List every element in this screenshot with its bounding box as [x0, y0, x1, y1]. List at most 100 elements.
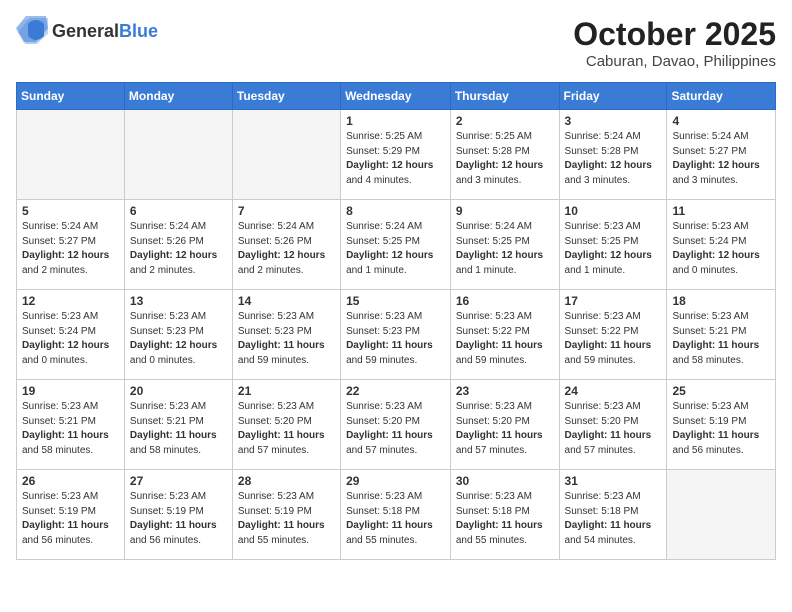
day-info: Sunrise: 5:23 AMSunset: 5:18 PMDaylight:… — [456, 490, 554, 548]
weekday-header-wednesday: Wednesday — [341, 83, 451, 110]
weekday-header-monday: Monday — [124, 83, 232, 110]
day-info: Sunrise: 5:24 AMSunset: 5:27 PMDaylight:… — [22, 220, 119, 278]
day-number: 6 — [130, 204, 227, 218]
day-info: Sunrise: 5:23 AMSunset: 5:19 PMDaylight:… — [238, 490, 335, 548]
day-info: Sunrise: 5:25 AMSunset: 5:29 PMDaylight:… — [346, 130, 445, 188]
day-number: 22 — [346, 384, 445, 398]
calendar-cell: 22 Sunrise: 5:23 AMSunset: 5:20 PMDayligh… — [341, 380, 451, 470]
page-header: GeneralBlue October 2025 Caburan, Davao,… — [16, 16, 776, 70]
day-info: Sunrise: 5:23 AMSunset: 5:24 PMDaylight:… — [22, 310, 119, 368]
day-number: 29 — [346, 474, 445, 488]
day-number: 14 — [238, 294, 335, 308]
day-number: 25 — [672, 384, 770, 398]
day-info: Sunrise: 5:23 AMSunset: 5:20 PMDaylight:… — [456, 400, 554, 458]
day-info: Sunrise: 5:23 AMSunset: 5:23 PMDaylight:… — [130, 310, 227, 368]
day-info: Sunrise: 5:24 AMSunset: 5:25 PMDaylight:… — [456, 220, 554, 278]
calendar-cell — [124, 110, 232, 200]
weekday-header-thursday: Thursday — [450, 83, 559, 110]
day-info: Sunrise: 5:23 AMSunset: 5:25 PMDaylight:… — [565, 220, 662, 278]
calendar-cell: 1 Sunrise: 5:25 AMSunset: 5:29 PMDaylight… — [341, 110, 451, 200]
day-info: Sunrise: 5:24 AMSunset: 5:26 PMDaylight:… — [130, 220, 227, 278]
day-number: 24 — [565, 384, 662, 398]
calendar-week-3: 12 Sunrise: 5:23 AMSunset: 5:24 PMDayligh… — [17, 290, 776, 380]
calendar-cell: 11Sunrise: 5:23 AMSunset: 5:24 PMDayligh… — [667, 200, 776, 290]
calendar-cell: 29 Sunrise: 5:23 AMSunset: 5:18 PMDayligh… — [341, 470, 451, 560]
calendar-cell: 3 Sunrise: 5:24 AMSunset: 5:28 PMDaylight… — [559, 110, 667, 200]
weekday-header-friday: Friday — [559, 83, 667, 110]
calendar-table: SundayMondayTuesdayWednesdayThursdayFrid… — [16, 82, 776, 560]
day-info: Sunrise: 5:23 AMSunset: 5:20 PMDaylight:… — [346, 400, 445, 458]
day-number: 5 — [22, 204, 119, 218]
calendar-cell: 2 Sunrise: 5:25 AMSunset: 5:28 PMDaylight… — [450, 110, 559, 200]
day-number: 2 — [456, 114, 554, 128]
calendar-cell: 15 Sunrise: 5:23 AMSunset: 5:23 PMDayligh… — [341, 290, 451, 380]
calendar-cell: 24 Sunrise: 5:23 AMSunset: 5:20 PMDayligh… — [559, 380, 667, 470]
day-number: 30 — [456, 474, 554, 488]
logo: GeneralBlue — [16, 16, 158, 46]
calendar-cell: 20Sunrise: 5:23 AMSunset: 5:21 PMDayligh… — [124, 380, 232, 470]
day-info: Sunrise: 5:25 AMSunset: 5:28 PMDaylight:… — [456, 130, 554, 188]
calendar-cell: 12 Sunrise: 5:23 AMSunset: 5:24 PMDayligh… — [17, 290, 125, 380]
day-number: 10 — [565, 204, 662, 218]
day-number: 13 — [130, 294, 227, 308]
day-number: 3 — [565, 114, 662, 128]
day-info: Sunrise: 5:23 AMSunset: 5:21 PMDaylight:… — [672, 310, 770, 368]
calendar-cell: 26 Sunrise: 5:23 AMSunset: 5:19 PMDayligh… — [17, 470, 125, 560]
calendar-cell: 28Sunrise: 5:23 AMSunset: 5:19 PMDayligh… — [232, 470, 340, 560]
day-number: 21 — [238, 384, 335, 398]
calendar-cell — [17, 110, 125, 200]
day-number: 12 — [22, 294, 119, 308]
day-info: Sunrise: 5:23 AMSunset: 5:20 PMDaylight:… — [565, 400, 662, 458]
day-number: 18 — [672, 294, 770, 308]
calendar-cell: 31Sunrise: 5:23 AMSunset: 5:18 PMDayligh… — [559, 470, 667, 560]
day-number: 15 — [346, 294, 445, 308]
day-info: Sunrise: 5:24 AMSunset: 5:27 PMDaylight:… — [672, 130, 770, 188]
calendar-cell: 27Sunrise: 5:23 AMSunset: 5:19 PMDayligh… — [124, 470, 232, 560]
day-info: Sunrise: 5:23 AMSunset: 5:22 PMDaylight:… — [456, 310, 554, 368]
day-info: Sunrise: 5:23 AMSunset: 5:18 PMDaylight:… — [346, 490, 445, 548]
calendar-cell: 10 Sunrise: 5:23 AMSunset: 5:25 PMDayligh… — [559, 200, 667, 290]
day-number: 17 — [565, 294, 662, 308]
day-info: Sunrise: 5:23 AMSunset: 5:21 PMDaylight:… — [22, 400, 119, 458]
day-number: 1 — [346, 114, 445, 128]
calendar-cell: 30 Sunrise: 5:23 AMSunset: 5:18 PMDayligh… — [450, 470, 559, 560]
weekday-header-sunday: Sunday — [17, 83, 125, 110]
weekday-header-saturday: Saturday — [667, 83, 776, 110]
calendar-cell: 7Sunrise: 5:24 AMSunset: 5:26 PMDaylight… — [232, 200, 340, 290]
calendar-week-5: 26 Sunrise: 5:23 AMSunset: 5:19 PMDayligh… — [17, 470, 776, 560]
day-info: Sunrise: 5:23 AMSunset: 5:20 PMDaylight:… — [238, 400, 335, 458]
day-number: 23 — [456, 384, 554, 398]
logo-text: GeneralBlue — [52, 21, 158, 42]
day-info: Sunrise: 5:23 AMSunset: 5:24 PMDaylight:… — [672, 220, 770, 278]
calendar-week-4: 19 Sunrise: 5:23 AMSunset: 5:21 PMDayligh… — [17, 380, 776, 470]
month-title: October 2025 — [573, 16, 776, 53]
day-info: Sunrise: 5:23 AMSunset: 5:19 PMDaylight:… — [22, 490, 119, 548]
calendar-cell: 16Sunrise: 5:23 AMSunset: 5:22 PMDayligh… — [450, 290, 559, 380]
day-number: 20 — [130, 384, 227, 398]
calendar-week-2: 5 Sunrise: 5:24 AMSunset: 5:27 PMDaylight… — [17, 200, 776, 290]
day-info: Sunrise: 5:24 AMSunset: 5:28 PMDaylight:… — [565, 130, 662, 188]
calendar-cell: 4 Sunrise: 5:24 AMSunset: 5:27 PMDaylight… — [667, 110, 776, 200]
day-number: 7 — [238, 204, 335, 218]
day-info: Sunrise: 5:23 AMSunset: 5:22 PMDaylight:… — [565, 310, 662, 368]
calendar-week-1: 1 Sunrise: 5:25 AMSunset: 5:29 PMDaylight… — [17, 110, 776, 200]
location-subtitle: Caburan, Davao, Philippines — [573, 53, 776, 70]
calendar-cell: 18 Sunrise: 5:23 AMSunset: 5:21 PMDayligh… — [667, 290, 776, 380]
day-number: 8 — [346, 204, 445, 218]
day-number: 19 — [22, 384, 119, 398]
day-info: Sunrise: 5:23 AMSunset: 5:23 PMDaylight:… — [346, 310, 445, 368]
calendar-cell: 8Sunrise: 5:24 AMSunset: 5:25 PMDaylight… — [341, 200, 451, 290]
day-info: Sunrise: 5:23 AMSunset: 5:19 PMDaylight:… — [672, 400, 770, 458]
calendar-cell: 14 Sunrise: 5:23 AMSunset: 5:23 PMDayligh… — [232, 290, 340, 380]
calendar-header-row: SundayMondayTuesdayWednesdayThursdayFrid… — [17, 83, 776, 110]
calendar-cell: 6 Sunrise: 5:24 AMSunset: 5:26 PMDaylight… — [124, 200, 232, 290]
calendar-cell: 13 Sunrise: 5:23 AMSunset: 5:23 PMDayligh… — [124, 290, 232, 380]
calendar-cell: 17 Sunrise: 5:23 AMSunset: 5:22 PMDayligh… — [559, 290, 667, 380]
calendar-cell: 23 Sunrise: 5:23 AMSunset: 5:20 PMDayligh… — [450, 380, 559, 470]
day-number: 26 — [22, 474, 119, 488]
day-info: Sunrise: 5:23 AMSunset: 5:23 PMDaylight:… — [238, 310, 335, 368]
title-area: October 2025 Caburan, Davao, Philippines — [573, 16, 776, 70]
day-number: 4 — [672, 114, 770, 128]
calendar-cell: 9Sunrise: 5:24 AMSunset: 5:25 PMDaylight… — [450, 200, 559, 290]
calendar-cell: 5 Sunrise: 5:24 AMSunset: 5:27 PMDaylight… — [17, 200, 125, 290]
